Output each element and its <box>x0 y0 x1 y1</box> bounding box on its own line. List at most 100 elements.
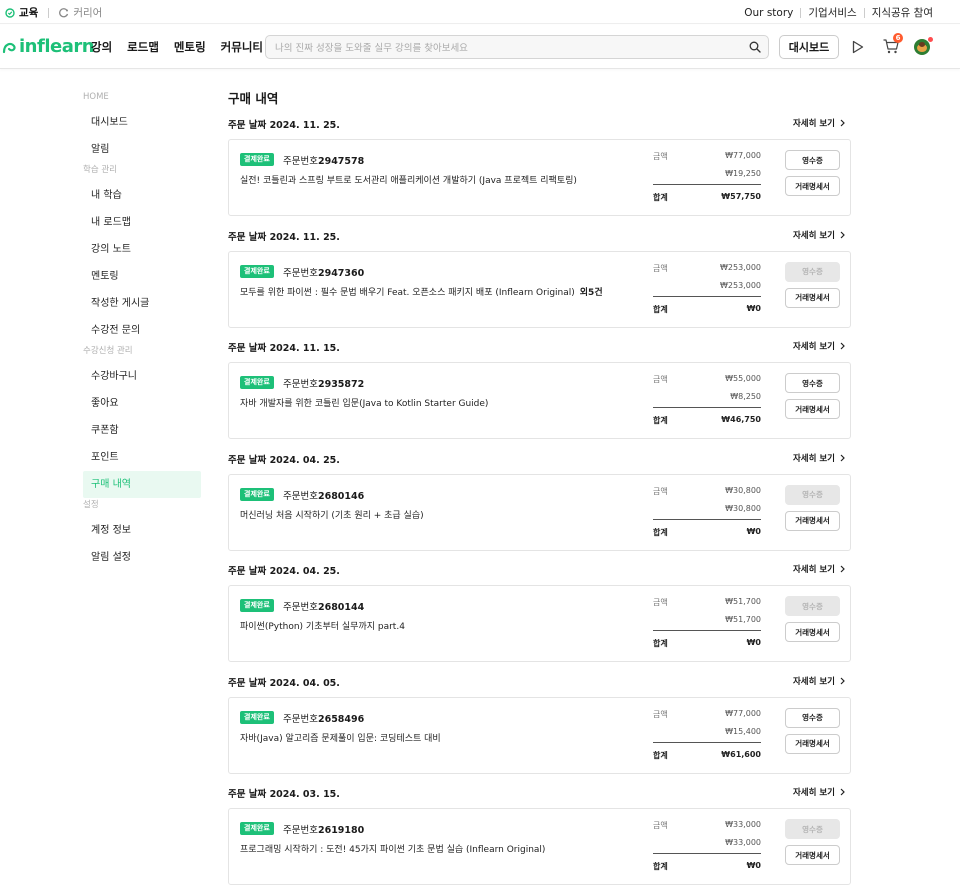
detail-link-label: 자세히 보기 <box>792 565 835 575</box>
chevron-right-icon <box>840 788 845 796</box>
status-badge: 결제완료 <box>240 376 274 389</box>
order-number: 주문번호2947578 <box>283 153 364 167</box>
status-badge: 결제완료 <box>240 710 274 724</box>
sidebar-item[interactable]: 수강전 문의 <box>83 317 201 344</box>
tab-career-label: 커리어 <box>73 7 103 19</box>
order-number: 주문번호2680144 <box>283 599 364 613</box>
total-value: ₩46,750 <box>721 415 761 424</box>
receipt-button[interactable]: 영수증 <box>785 373 840 393</box>
order-header: 주문 날짜 2024. 04. 25. 자세히 보기 <box>228 563 851 585</box>
sidebar-item[interactable]: 내 학습 <box>83 182 201 209</box>
total-label: 합계 <box>653 193 668 202</box>
amount-label: 금액 <box>653 709 668 719</box>
link-instructor[interactable]: 지식공유 참여 <box>872 5 933 20</box>
detail-link[interactable]: 자세히 보기 <box>793 229 845 241</box>
search-input[interactable] <box>266 37 736 60</box>
avatar[interactable] <box>914 39 930 55</box>
order-header: 주문 날짜 2024. 04. 25. 자세히 보기 <box>228 452 851 474</box>
order-number-prefix: 주문번호 <box>283 713 318 725</box>
receipt-button[interactable]: 영수증 <box>785 819 840 839</box>
divider <box>653 295 761 297</box>
sidebar-item[interactable]: 강의 노트 <box>83 236 201 263</box>
total-label: 합계 <box>653 639 668 648</box>
total-value: ₩0 <box>746 303 761 313</box>
sidebar-item[interactable]: 계정 정보 <box>83 517 201 544</box>
sidebar-item[interactable]: 작성한 게시글 <box>83 290 201 317</box>
sidebar-item[interactable]: 내 로드맵 <box>83 209 201 236</box>
order-number-prefix: 주문번호 <box>283 602 318 613</box>
detail-link[interactable]: 자세히 보기 <box>793 117 845 129</box>
total-label: 합계 <box>653 304 668 314</box>
status-badge: 결제완료 <box>240 153 274 166</box>
order-item: 주문 날짜 2024. 11. 25. 자세히 보기결제완료 주문번호2947578… <box>228 117 851 229</box>
play-icon[interactable] <box>852 40 864 54</box>
total-value: ₩57,750 <box>721 192 761 201</box>
receipt-button[interactable]: 영수증 <box>785 707 840 728</box>
detail-link[interactable]: 자세히 보기 <box>793 340 845 352</box>
career-icon <box>59 7 69 17</box>
sidebar-item[interactable]: 알림 설정 <box>83 544 201 571</box>
sidebar-item-active[interactable]: 구매 내역 <box>83 471 201 498</box>
inflearn-logo[interactable]: inflearn <box>2 36 95 57</box>
sidebar-item[interactable]: 쿠폰함 <box>83 417 201 444</box>
detail-link[interactable]: 자세히 보기 <box>793 452 845 464</box>
order-number: 주문번호2947360 <box>283 265 364 279</box>
page-title: 구매 내역 <box>228 91 279 106</box>
invoice-button[interactable]: 거래명세서 <box>785 399 840 419</box>
sidebar-item[interactable]: 알림 <box>83 136 201 163</box>
receipt-button[interactable]: 영수증 <box>785 596 840 616</box>
sidebar-item[interactable]: 수강바구니 <box>83 363 201 390</box>
nav-community[interactable]: 커뮤니티 <box>221 39 263 55</box>
sidebar-item[interactable]: 포인트 <box>83 444 201 471</box>
tab-education[interactable]: 교육 <box>5 5 38 20</box>
detail-link[interactable]: 자세히 보기 <box>793 786 845 798</box>
detail-link-label: 자세히 보기 <box>792 453 835 464</box>
service-tabs: 교육 커리어 <box>5 5 102 20</box>
divider <box>48 7 50 18</box>
link-business[interactable]: 기업서비스 <box>808 5 856 20</box>
detail-link[interactable]: 자세히 보기 <box>793 563 845 575</box>
order-date: 주문 날짜 2024. 11. 25. <box>228 120 340 131</box>
order-item: 주문 날짜 2024. 11. 25. 자세히 보기 결제완료 주문번호2947360… <box>228 229 851 341</box>
nav-courses[interactable]: 강의 <box>91 39 112 55</box>
detail-link[interactable]: 자세히 보기 <box>793 675 845 687</box>
invoice-button[interactable]: 거래명세서 <box>785 510 840 531</box>
order-date: 주문 날짜 2024. 04. 25. <box>228 454 340 466</box>
receipt-button[interactable]: 영수증 <box>785 484 840 505</box>
sidebar-item[interactable]: 대시보드 <box>83 109 201 136</box>
order-number-value: 2619180 <box>317 825 365 836</box>
sidebar-group-label: 설정 <box>83 500 99 510</box>
invoice-button[interactable]: 거래명세서 <box>785 287 840 308</box>
link-our-story[interactable]: Our story <box>744 7 793 19</box>
search-icon[interactable] <box>749 41 761 53</box>
order-header: 주문 날짜 2024. 11. 15. 자세히 보기 <box>228 340 851 362</box>
chevron-right-icon <box>840 119 845 127</box>
receipt-button[interactable]: 영수증 <box>785 150 840 170</box>
course-title-text: 모두를 위한 파이썬 : 필수 문법 배우기 Feat. 오픈소스 패키지 배포… <box>240 287 575 298</box>
main-content: 구매 내역 주문 날짜 2024. 11. 25. 자세히 보기 결제완료 주문번호2… <box>228 90 851 885</box>
invoice-button[interactable]: 거래명세서 <box>785 733 840 754</box>
order-header: 주문 날짜 2024. 04. 05. 자세히 보기 <box>228 675 851 697</box>
order-number-value: 2947360 <box>317 267 365 279</box>
divider <box>653 407 761 408</box>
amount-label: 금액 <box>653 375 668 384</box>
sidebar-group-label: 수강신청 관리 <box>83 346 133 356</box>
amount-label: 금액 <box>653 486 668 496</box>
amount-label: 금액 <box>653 152 668 161</box>
sidebar-item[interactable]: 멘토링 <box>83 263 201 290</box>
order-item: 주문 날짜 2024. 11. 15. 자세히 보기 결제완료 주문번호2935872… <box>228 340 851 452</box>
tab-career[interactable]: 커리어 <box>59 5 102 20</box>
nav-mentoring[interactable]: 멘토링 <box>174 39 206 55</box>
dashboard-button[interactable]: 대시보드 <box>779 35 839 59</box>
sidebar-item[interactable]: 좋아요 <box>83 390 201 417</box>
search-bar <box>265 35 769 60</box>
invoice-button[interactable]: 거래명세서 <box>785 176 840 196</box>
detail-link-label: 자세히 보기 <box>792 676 835 687</box>
invoice-button[interactable]: 거래명세서 <box>785 845 840 865</box>
receipt-button[interactable]: 영수증 <box>785 261 840 282</box>
order-card: 결제완료 주문번호2935872 자바 개발자를 위한 코틀린 입문(Java to… <box>228 362 851 439</box>
nav-roadmap[interactable]: 로드맵 <box>127 39 159 55</box>
cart-button[interactable]: 6 <box>883 33 903 58</box>
invoice-button[interactable]: 거래명세서 <box>785 622 840 642</box>
course-title: 실전! 코틀린과 스프링 부트로 도서관리 애플리케이션 개발하기 (Java … <box>240 173 577 186</box>
